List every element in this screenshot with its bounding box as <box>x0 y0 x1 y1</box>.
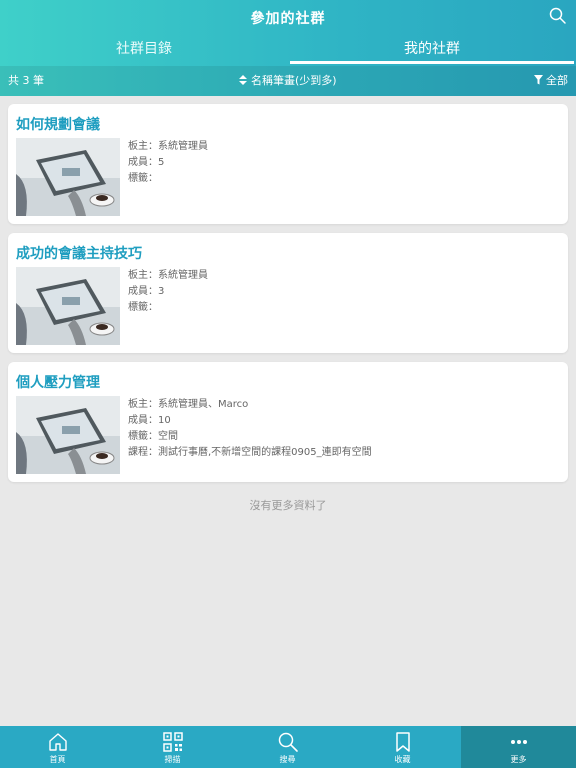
group-card[interactable]: 成功的會議主持技巧 板主：系統管理員 成員：3 標籤： <box>8 233 568 353</box>
group-title[interactable]: 成功的會議主持技巧 <box>16 243 142 263</box>
group-tags: 標籤： <box>128 173 158 184</box>
group-owner: 板主：系統管理員 <box>128 270 208 281</box>
group-owner: 板主：系統管理員 <box>128 141 208 152</box>
group-info: 板主：系統管理員、Marco 成員：10 標籤：空間 課程：測試行事曆,不新增空… <box>128 397 372 461</box>
group-tags: 標籤：空間 <box>128 431 178 442</box>
qr-code-icon <box>163 732 183 752</box>
nav-scan[interactable]: 掃描 <box>115 726 230 768</box>
bottom-nav: 首頁 掃描 搜尋 收藏 更多 <box>0 726 576 768</box>
group-card[interactable]: 如何規劃會議 板主：系統管理員 成員：5 標籤： <box>8 104 568 224</box>
group-members: 成員：10 <box>128 415 171 426</box>
sort-label: 名稱筆畫(少到多) <box>250 74 337 87</box>
group-title[interactable]: 個人壓力管理 <box>16 372 100 392</box>
group-thumbnail[interactable] <box>16 267 120 345</box>
nav-home-label: 首頁 <box>49 755 66 764</box>
nav-more-label: 更多 <box>510 755 527 764</box>
page-title: 參加的社群 <box>250 11 326 27</box>
group-info: 板主：系統管理員 成員：3 標籤： <box>128 268 208 316</box>
search-icon <box>549 7 566 24</box>
nav-scan-label: 掃描 <box>164 755 181 764</box>
sort-icon <box>239 75 248 85</box>
tab-bar: 社群目錄 我的社群 <box>0 38 576 66</box>
search-icon <box>278 732 298 752</box>
group-courses: 課程：測試行事曆,不新增空間的課程0905_連即有空間 <box>128 447 372 458</box>
nav-bookmarks[interactable]: 收藏 <box>345 726 460 768</box>
group-title[interactable]: 如何規劃會議 <box>16 114 100 134</box>
group-owner: 板主：系統管理員、Marco <box>128 399 249 410</box>
app-header: 參加的社群 社群目錄 我的社群 共 3 筆 名稱筆畫(少到多) 全部 <box>0 0 576 96</box>
group-thumbnail[interactable] <box>16 138 120 216</box>
bookmark-icon <box>396 732 410 752</box>
group-members: 成員：5 <box>128 157 165 168</box>
filter-button[interactable]: 全部 <box>533 66 568 96</box>
filter-label: 全部 <box>546 74 568 87</box>
tab-directory[interactable]: 社群目錄 <box>0 38 288 66</box>
search-button[interactable] <box>548 6 568 26</box>
nav-bookmarks-label: 收藏 <box>394 755 411 764</box>
nav-search-label: 搜尋 <box>279 755 296 764</box>
sort-button[interactable]: 名稱筆畫(少到多) <box>0 66 576 96</box>
group-members: 成員：3 <box>128 286 165 297</box>
group-tags: 標籤： <box>128 302 158 313</box>
more-icon <box>511 740 527 744</box>
home-icon <box>49 733 67 751</box>
nav-home[interactable]: 首頁 <box>0 726 115 768</box>
tab-my-groups[interactable]: 我的社群 <box>288 38 576 66</box>
filter-bar: 共 3 筆 名稱筆畫(少到多) 全部 <box>0 66 576 96</box>
nav-more[interactable]: 更多 <box>461 726 576 768</box>
end-of-list-message: 沒有更多資料了 <box>249 499 327 512</box>
nav-search[interactable]: 搜尋 <box>230 726 345 768</box>
group-info: 板主：系統管理員 成員：5 標籤： <box>128 139 208 187</box>
group-thumbnail[interactable] <box>16 396 120 474</box>
group-card[interactable]: 個人壓力管理 板主：系統管理員、Marco 成員：10 標籤：空間 課程：測試行… <box>8 362 568 482</box>
filter-icon <box>533 75 543 85</box>
